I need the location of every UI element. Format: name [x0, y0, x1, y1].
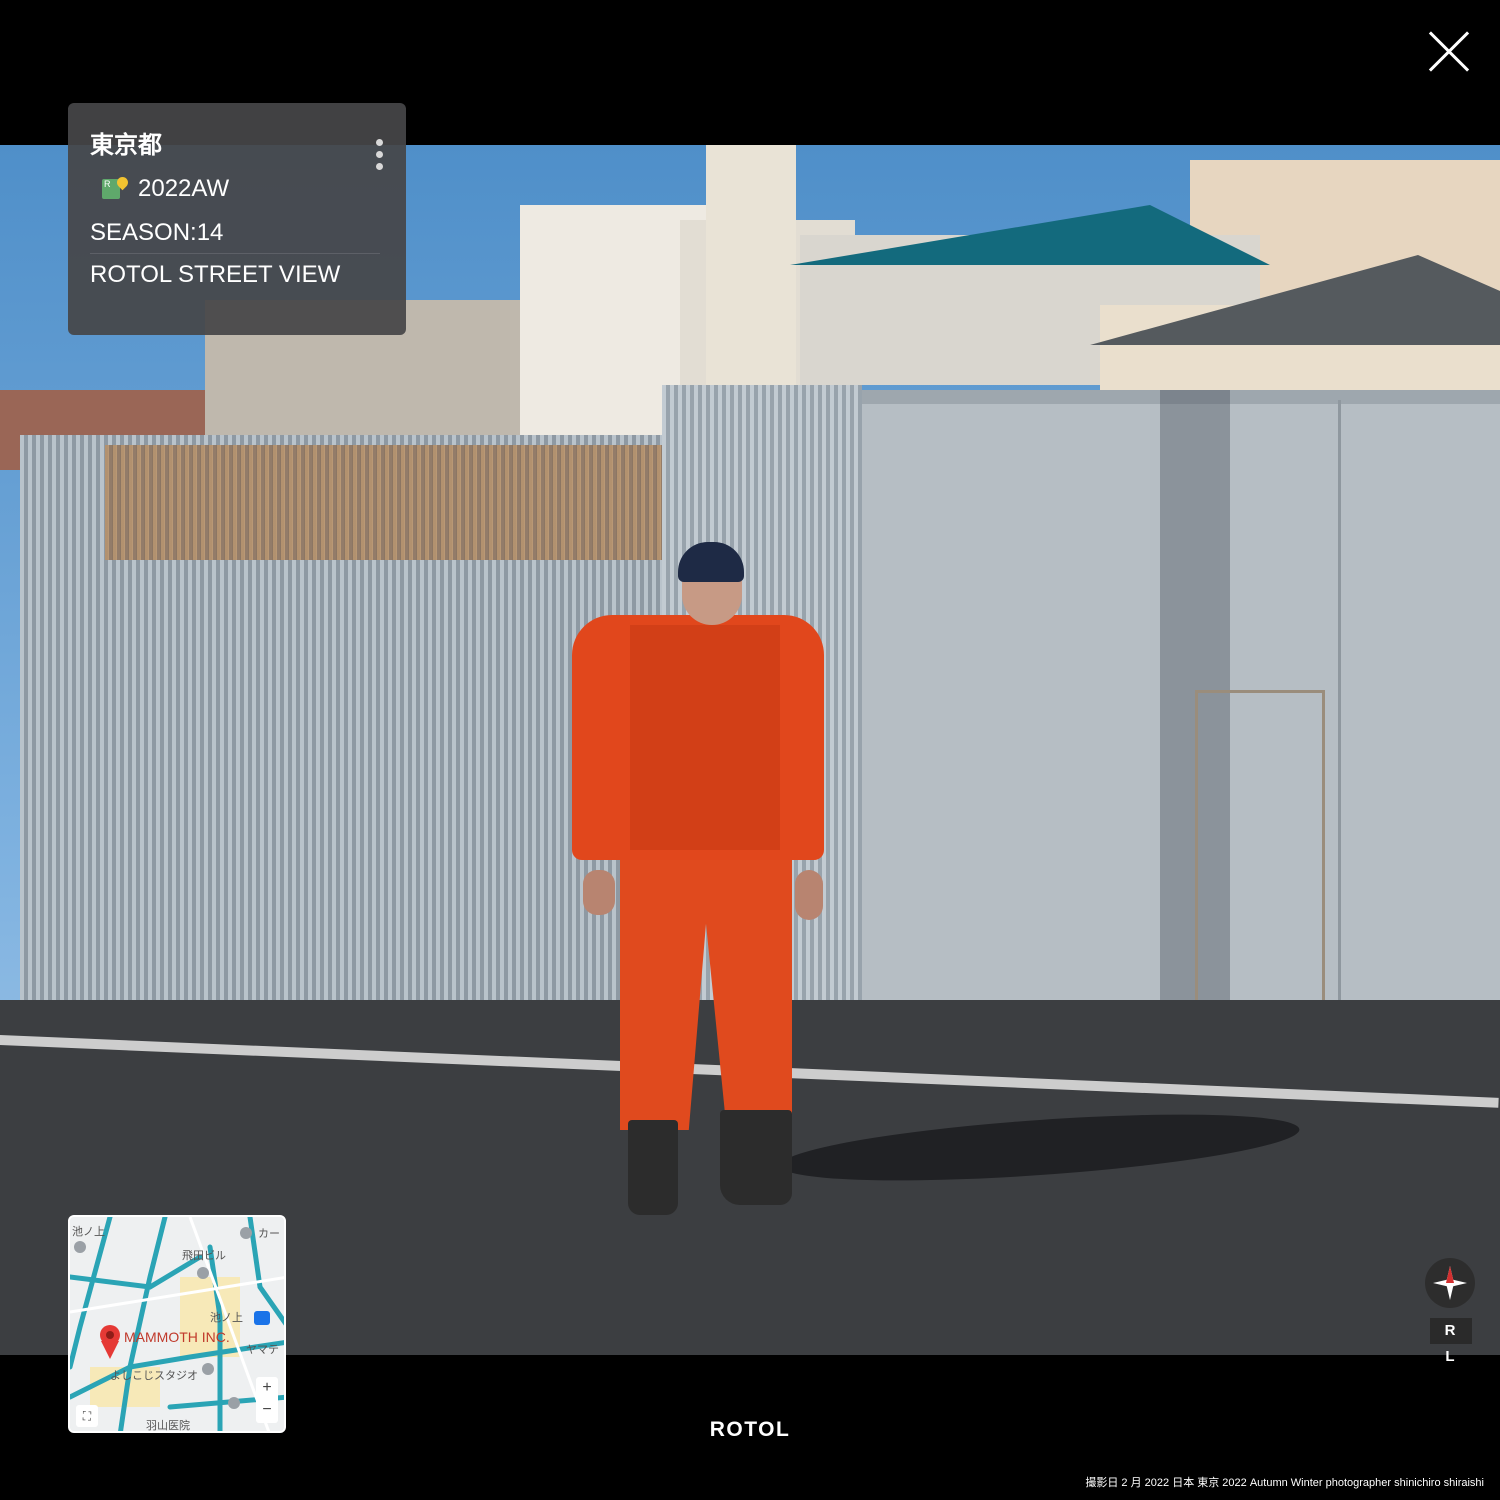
map-label: 池ノ上 — [210, 1312, 243, 1324]
zoom-in-button[interactable]: + — [256, 1377, 278, 1399]
map-label: 池ノ上 — [72, 1226, 105, 1238]
person-hand-right — [795, 870, 823, 920]
person-boot-right — [720, 1110, 792, 1205]
divider — [90, 253, 380, 254]
panel-seam — [1338, 400, 1341, 1020]
season-label: SEASON:14 — [90, 219, 224, 246]
metal-door — [1195, 690, 1325, 1010]
view-title: ROTOL STREET VIEW — [90, 261, 341, 288]
map-label: 飛田ビル — [182, 1250, 226, 1262]
person-vest — [630, 625, 780, 850]
rotol-map-pin-icon: R — [102, 174, 131, 201]
compass-icon[interactable] — [1425, 1258, 1475, 1308]
collection-row[interactable]: R 2022AW — [102, 174, 230, 203]
brand-logo: ROTOL — [709, 1418, 791, 1441]
map-label: カー — [258, 1228, 280, 1240]
mini-map[interactable]: 池ノ上 カー 飛田ビル 池ノ上 MAMMOTH INC. ヤマテ よしこじスタジ… — [68, 1215, 286, 1433]
map-label: ヤマテ — [246, 1344, 279, 1356]
map-roads — [70, 1217, 284, 1431]
person-boot-left — [628, 1120, 678, 1215]
more-options-icon[interactable] — [373, 139, 385, 173]
location-title: 東京都 — [90, 132, 162, 159]
chimney — [706, 145, 796, 385]
location-info-card: 東京都 R 2022AW SEASON:14 ROTOL STREET VIEW — [68, 103, 406, 335]
rotate-control[interactable]: R L — [1430, 1318, 1472, 1365]
map-label: よしこじスタジオ — [110, 1370, 198, 1382]
person-hand-left — [583, 870, 615, 915]
photo-caption: 撮影日 2 月 2022 日本 東京 2022 Autumn Winter ph… — [1085, 1477, 1484, 1489]
rusted-wall-section — [105, 445, 665, 560]
map-place-label[interactable]: MAMMOTH INC. — [124, 1329, 230, 1345]
zoom-controls: + − — [256, 1377, 278, 1423]
close-icon[interactable] — [1428, 30, 1470, 72]
collection-label: 2022AW — [138, 175, 230, 202]
